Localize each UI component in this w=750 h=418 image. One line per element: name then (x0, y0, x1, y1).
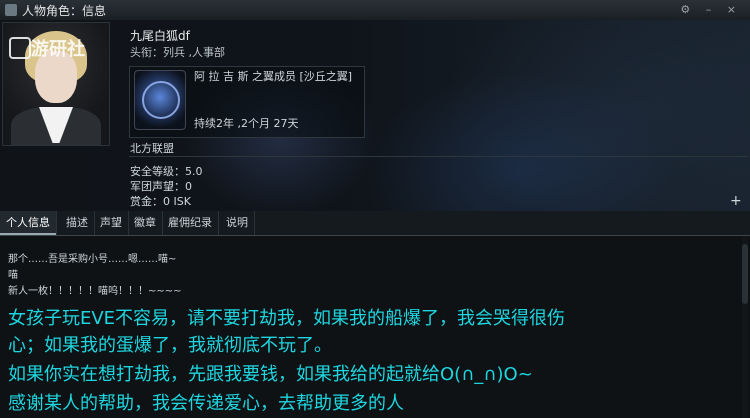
tab-description[interactable]: 描述 (60, 211, 95, 235)
overlay-caption-line: 感谢某人的帮助，我会传递爱心，去帮助更多的人 (8, 393, 404, 414)
corporation-logo-icon[interactable] (134, 70, 186, 130)
overlay-caption-line: 心；如果我的蛋爆了，我就彻底不玩了。 (8, 335, 332, 356)
bio-line: 喵 (8, 270, 18, 281)
header-divider (129, 156, 748, 157)
corp-standing: 军团声望：0 (130, 180, 192, 193)
overlay-caption-line: 如果你实在想打劫我，先跟我要钱，如果我给的起就给O(∩_∩)O~ (8, 364, 533, 385)
watermark-text: 游研社 (31, 39, 85, 60)
bio-content: 那个……吾是采购小号……嗯……喵~ 喵 新人一枚！！！！！喵呜！！！~~~~ 女… (0, 236, 750, 418)
character-portrait[interactable]: 游研社 (2, 22, 110, 146)
security-status: 安全等级：5.0 (130, 165, 203, 178)
bio-line: 新人一枚！！！！！喵呜！！！~~~~ (8, 286, 182, 297)
character-title: 头衔：列兵 ,人事部 (130, 46, 225, 59)
character-info-window: 人物角色：信息 ⚙ – × 游研社 九尾白狐df 头衔：列兵 ,人事部 阿 拉 … (0, 0, 750, 418)
add-button[interactable]: + (730, 193, 742, 209)
logo-ring-icon (142, 81, 180, 119)
bio-line: 那个……吾是采购小号……嗯……喵~ (8, 254, 177, 265)
corporation-duration: 持续2年 ,2个月 27天 (194, 117, 299, 130)
window-title: 人物角色：信息 (22, 4, 107, 18)
character-header (0, 20, 750, 211)
overlay-caption-line: 女孩子玩EVE不容易，请不要打劫我，如果我的船爆了，我会哭得很伤 (8, 308, 566, 329)
tab-personal-info[interactable]: 个人信息 (0, 211, 57, 235)
character-name[interactable]: 九尾白狐df (130, 27, 190, 44)
title-bar[interactable]: 人物角色：信息 ⚙ – × (0, 0, 750, 21)
tab-notes[interactable]: 说明 (220, 211, 255, 235)
tab-employment-history[interactable]: 雇佣纪录 (162, 211, 219, 235)
watermark-logo-icon (9, 37, 31, 59)
tab-bar: 个人信息 描述 声望 徽章 雇佣纪录 说明 (0, 211, 750, 236)
scrollbar-thumb[interactable] (742, 244, 748, 304)
alliance-name[interactable]: 北方联盟 (130, 140, 174, 156)
tab-standings[interactable]: 声望 (94, 211, 129, 235)
bounty: 赏金：0 ISK (130, 195, 191, 208)
corporation-name[interactable]: 阿 拉 吉 斯 之翼成员 [沙丘之翼] (194, 68, 352, 84)
tab-medals[interactable]: 徽章 (128, 211, 163, 235)
character-icon (5, 4, 17, 16)
window-controls[interactable]: ⚙ – × (680, 3, 742, 16)
